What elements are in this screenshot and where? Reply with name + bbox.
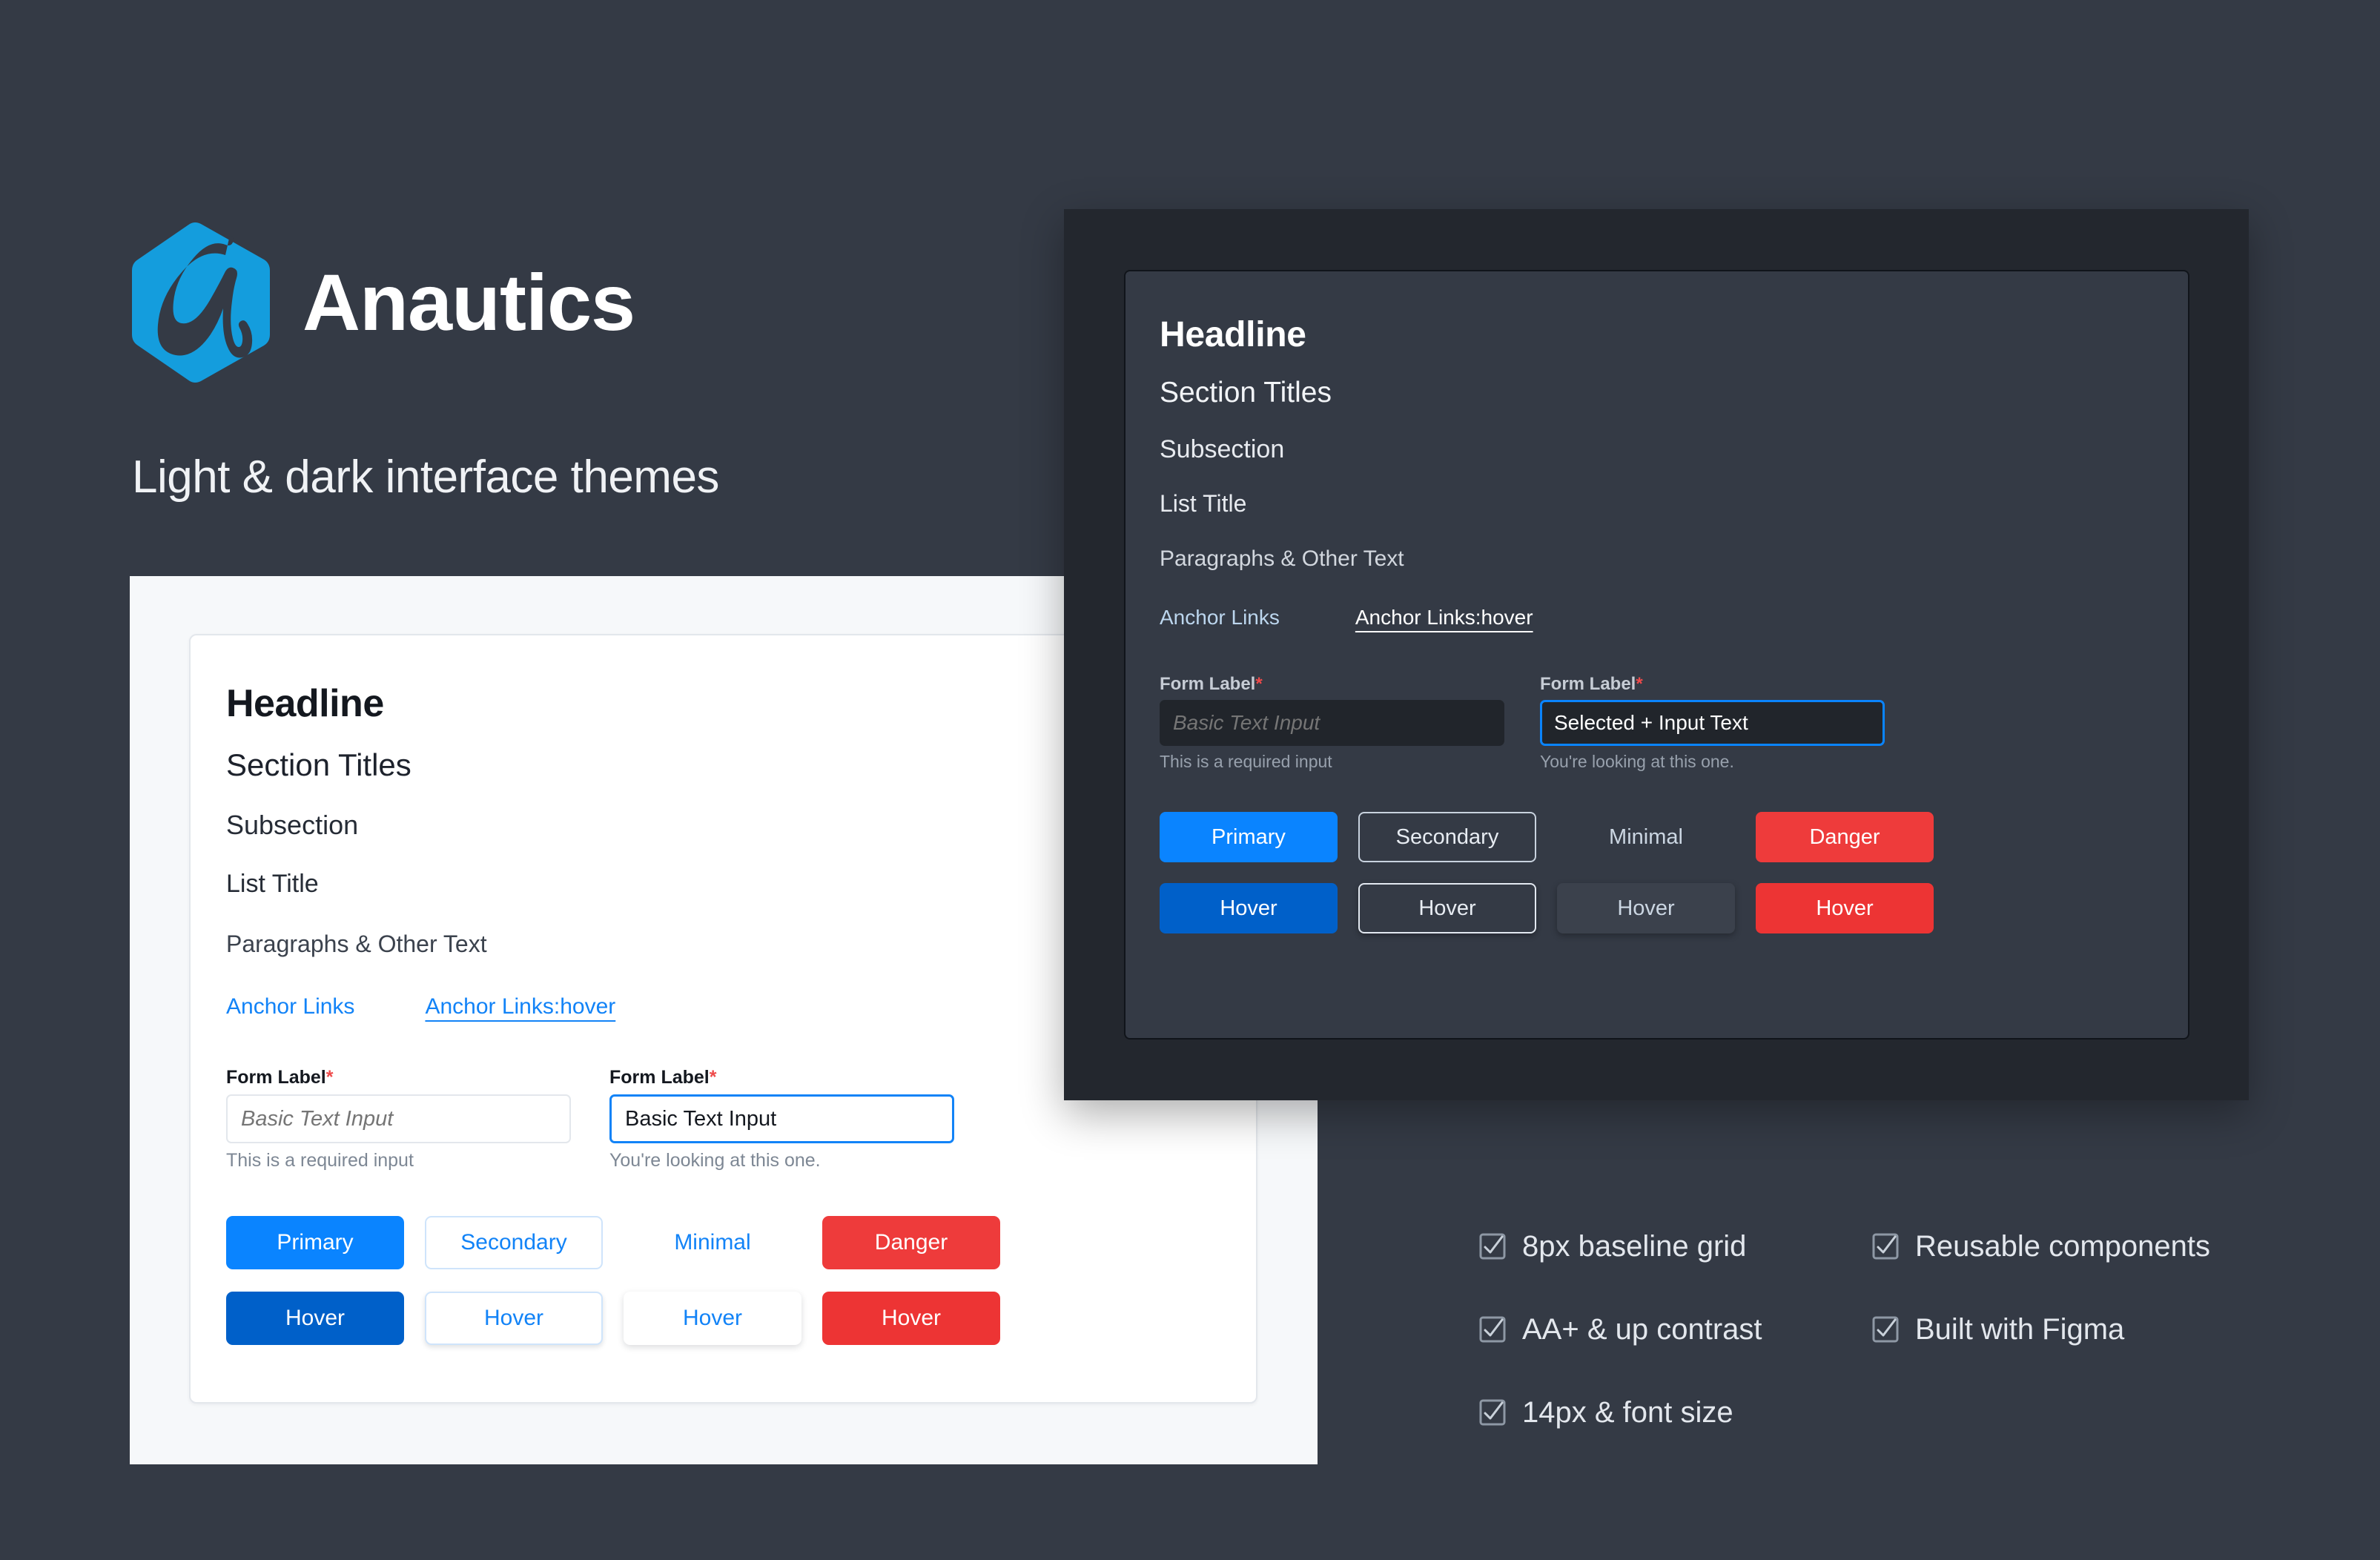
dark-danger-button[interactable]: Danger	[1756, 812, 1934, 862]
required-asterisk: *	[709, 1067, 717, 1088]
anautics-hexagon-logo-icon	[132, 222, 270, 383]
light-field-idle-label: Form Label*	[226, 1067, 334, 1088]
dark-button-grid: Primary Secondary Minimal Danger Hover H…	[1160, 812, 2188, 933]
dark-theme-surface: Headline Section Titles Subsection List …	[1064, 209, 2249, 1100]
feature-item: Built with Figma	[1872, 1288, 2258, 1371]
feature-label: AA+ & up contrast	[1522, 1313, 1762, 1346]
dark-subsection: Subsection	[1160, 435, 1285, 463]
light-field-focused-help: You're looking at this one.	[609, 1150, 821, 1171]
dark-theme-card: Headline Section Titles Subsection List …	[1124, 270, 2189, 1040]
light-field-focused: Form Label* You're looking at this one.	[609, 1068, 954, 1170]
dark-button-row-hover: Hover Hover Hover Hover	[1160, 883, 2188, 933]
light-button-row-hover: Hover Hover Hover Hover	[226, 1292, 1256, 1345]
dark-form-row: Form Label* This is a required input For…	[1160, 675, 2188, 770]
light-secondary-button[interactable]: Secondary	[425, 1216, 603, 1269]
dark-primary-button[interactable]: Primary	[1160, 812, 1338, 862]
dark-field-idle-help: This is a required input	[1160, 752, 1332, 771]
checkbox-checked-icon	[1479, 1399, 1506, 1426]
dark-list-title: List Title	[1160, 490, 1247, 517]
dark-paragraph: Paragraphs & Other Text	[1160, 546, 1404, 571]
dark-button-row-default: Primary Secondary Minimal Danger	[1160, 812, 2188, 862]
checkbox-checked-icon	[1479, 1233, 1506, 1260]
feature-label: 14px & font size	[1522, 1396, 1733, 1429]
light-selected-text-input[interactable]	[609, 1094, 954, 1143]
feature-label: Reusable components	[1915, 1230, 2211, 1263]
checkbox-checked-icon	[1872, 1316, 1899, 1343]
dark-minimal-button[interactable]: Minimal	[1557, 812, 1735, 862]
light-field-idle: Form Label* This is a required input	[226, 1068, 571, 1170]
required-asterisk: *	[325, 1067, 334, 1088]
dark-danger-button-hover[interactable]: Hover	[1756, 883, 1934, 933]
dark-secondary-button[interactable]: Secondary	[1358, 812, 1536, 862]
dark-anchor-link-hover[interactable]: Anchor Links:hover	[1355, 606, 1533, 629]
feature-checklist: 8px baseline grid Reusable components AA…	[1479, 1205, 2265, 1454]
brand-name: Anautics	[303, 257, 635, 347]
light-danger-button[interactable]: Danger	[822, 1216, 1000, 1269]
light-primary-button[interactable]: Primary	[226, 1216, 404, 1269]
feature-item: 8px baseline grid	[1479, 1205, 1865, 1288]
light-field-idle-help: This is a required input	[226, 1150, 414, 1171]
poster-canvas: Anautics Light & dark interface themes H…	[0, 0, 2380, 1560]
light-button-row-default: Primary Secondary Minimal Danger	[226, 1216, 1256, 1269]
dark-anchor-link[interactable]: Anchor Links	[1160, 606, 1280, 629]
required-asterisk: *	[1255, 674, 1263, 694]
brand-lockup: Anautics	[132, 222, 635, 383]
feature-item: 14px & font size	[1479, 1371, 1865, 1454]
dark-anchor-row: Anchor Links Anchor Links:hover	[1160, 606, 2188, 629]
light-button-grid: Primary Secondary Minimal Danger Hover H…	[226, 1216, 1256, 1345]
light-danger-button-hover[interactable]: Hover	[822, 1292, 1000, 1345]
light-field-focused-label: Form Label*	[609, 1067, 717, 1088]
dark-secondary-button-hover[interactable]: Hover	[1358, 883, 1536, 933]
required-asterisk: *	[1636, 674, 1643, 694]
dark-field-idle-label: Form Label*	[1160, 674, 1263, 694]
light-basic-text-input[interactable]	[226, 1094, 571, 1143]
dark-field-idle: Form Label* This is a required input	[1160, 675, 1504, 770]
dark-basic-text-input[interactable]	[1160, 700, 1504, 746]
dark-section-title: Section Titles	[1160, 377, 1332, 409]
checkbox-checked-icon	[1479, 1316, 1506, 1343]
feature-label: Built with Figma	[1915, 1313, 2125, 1346]
light-anchor-link-hover[interactable]: Anchor Links:hover	[425, 994, 615, 1019]
feature-item: AA+ & up contrast	[1479, 1288, 1865, 1371]
dark-primary-button-hover[interactable]: Hover	[1160, 883, 1338, 933]
feature-item: Reusable components	[1872, 1205, 2258, 1288]
dark-headline: Headline	[1160, 315, 1306, 354]
light-anchor-link[interactable]: Anchor Links	[226, 994, 354, 1019]
dark-field-focused: Form Label* You're looking at this one.	[1540, 675, 1885, 770]
light-minimal-button-hover[interactable]: Hover	[624, 1292, 801, 1345]
light-secondary-button-hover[interactable]: Hover	[425, 1292, 603, 1345]
feature-label: 8px baseline grid	[1522, 1230, 1747, 1263]
light-primary-button-hover[interactable]: Hover	[226, 1292, 404, 1345]
dark-minimal-button-hover[interactable]: Hover	[1557, 883, 1735, 933]
dark-field-focused-help: You're looking at this one.	[1540, 752, 1734, 771]
dark-selected-text-input[interactable]	[1540, 700, 1885, 746]
checkbox-checked-icon	[1872, 1233, 1899, 1260]
brand-tagline: Light & dark interface themes	[132, 452, 719, 503]
dark-field-focused-label: Form Label*	[1540, 674, 1643, 694]
light-minimal-button[interactable]: Minimal	[624, 1216, 801, 1269]
